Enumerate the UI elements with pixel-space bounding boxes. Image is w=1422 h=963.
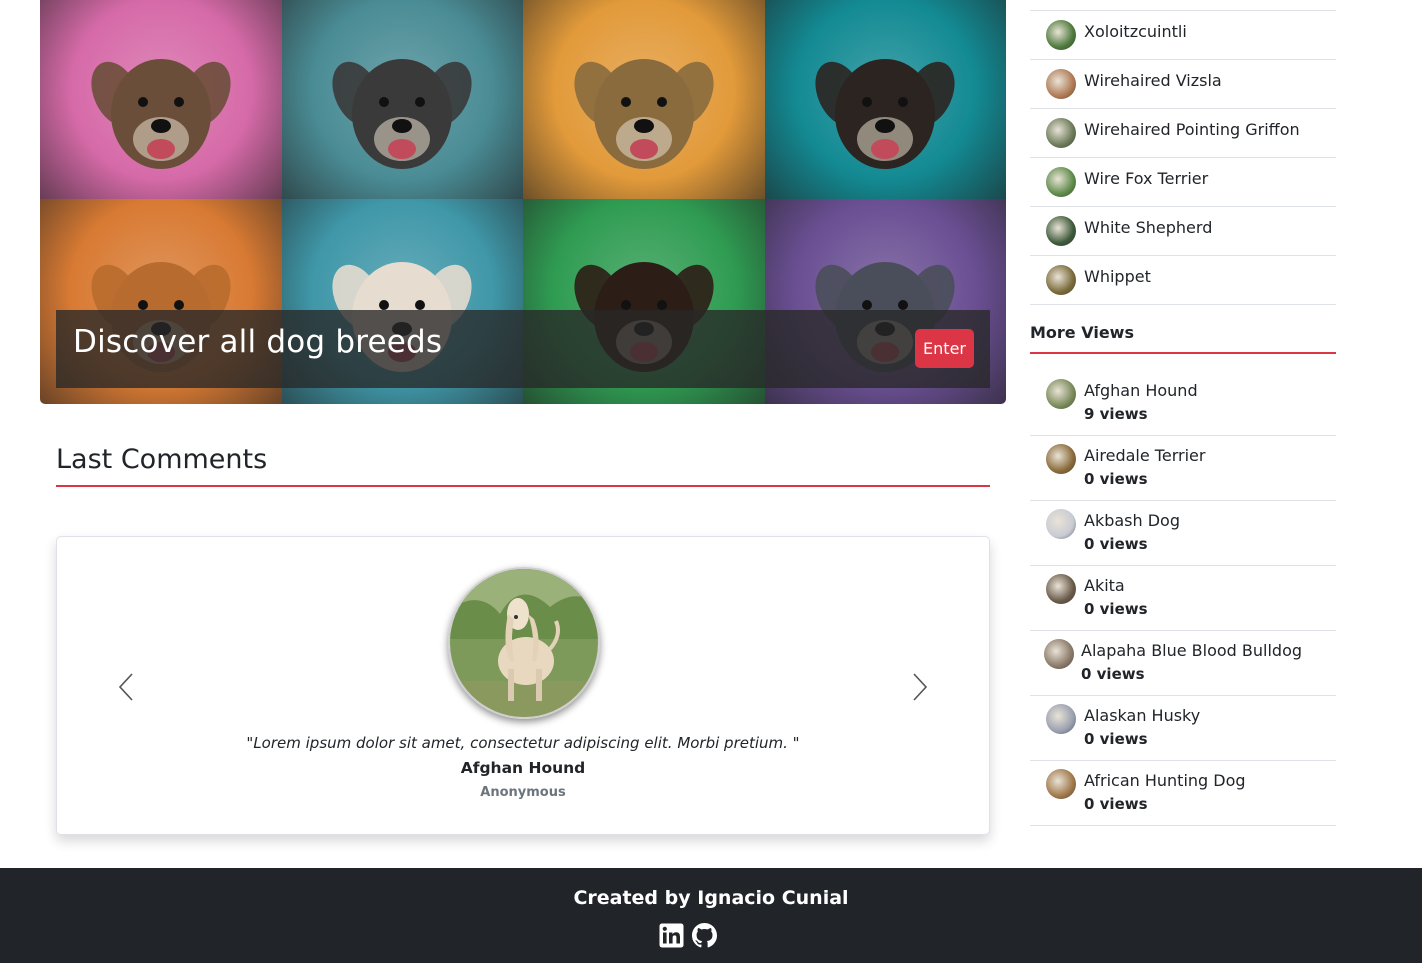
view-list-item[interactable]: Akita 0 views: [1030, 566, 1336, 631]
breed-name: Xoloitzcuintli: [1084, 22, 1187, 41]
dog-photo-tile: [764, 0, 1006, 199]
breed-list-item[interactable]: Wirehaired Pointing Griffon: [1030, 109, 1336, 158]
view-count: 9 views: [1084, 405, 1148, 423]
breed-thumbnail: [1046, 167, 1076, 197]
comment-breed-avatar: [448, 567, 600, 719]
view-count: 0 views: [1084, 730, 1148, 748]
dog-photo-tile: [523, 0, 765, 199]
view-count: 0 views: [1081, 665, 1145, 683]
view-list-item[interactable]: Akbash Dog 0 views: [1030, 501, 1336, 566]
views-divider: [1030, 352, 1336, 354]
breed-name: Wirehaired Vizsla: [1084, 71, 1222, 90]
breed-thumbnail: [1046, 69, 1076, 99]
breed-thumbnail: [1046, 769, 1076, 799]
breed-thumbnail: [1046, 265, 1076, 295]
comments-carousel: "Lorem ipsum dolor sit amet, consectetur…: [56, 536, 990, 835]
view-list-item[interactable]: Alapaha Blue Blood Bulldog 0 views: [1030, 631, 1336, 696]
view-breed-name: African Hunting Dog: [1084, 771, 1246, 790]
breed-name: White Shepherd: [1084, 218, 1213, 237]
breed-list-item[interactable]: Xoloitzcuintli: [1030, 11, 1336, 60]
breed-list-item[interactable]: White Shepherd: [1030, 207, 1336, 256]
chevron-right-icon: [913, 673, 928, 701]
heading-divider: [56, 485, 990, 487]
linkedin-icon[interactable]: [659, 923, 684, 948]
breed-list-item[interactable]: Wire Fox Terrier: [1030, 158, 1336, 207]
hero-caption: Discover all dog breeds Enter: [56, 310, 990, 388]
dog-photo-tile: [40, 0, 282, 199]
breed-thumbnail: [1046, 509, 1076, 539]
view-list-item[interactable]: Alaskan Husky 0 views: [1030, 696, 1336, 761]
dog-photo-tile: [281, 0, 523, 199]
comment-text: "Lorem ipsum dolor sit amet, consectetur…: [246, 734, 800, 752]
social-links: [659, 923, 717, 948]
breed-name: Whippet: [1084, 267, 1151, 286]
comment-author: Anonymous: [480, 785, 566, 800]
view-count: 0 views: [1084, 535, 1148, 553]
github-icon[interactable]: [692, 923, 717, 948]
view-list-item[interactable]: African Hunting Dog 0 views: [1030, 761, 1336, 826]
dog-face-illustration: [91, 59, 231, 170]
breed-thumbnail: [1046, 216, 1076, 246]
breed-thumbnail: [1046, 20, 1076, 50]
view-breed-name: Alaskan Husky: [1084, 706, 1201, 725]
breed-thumbnail: [1046, 444, 1076, 474]
breed-thumbnail: [1046, 379, 1076, 409]
view-list-item[interactable]: Afghan Hound 9 views: [1030, 371, 1336, 436]
carousel-next-button[interactable]: [904, 667, 934, 707]
view-count: 0 views: [1084, 600, 1148, 618]
dog-face-illustration: [815, 59, 955, 170]
breed-thumbnail: [1046, 574, 1076, 604]
hero-banner: Discover all dog breeds Enter: [40, 0, 1006, 404]
breed-list-item[interactable]: Whippet: [1030, 256, 1336, 305]
dog-face-illustration: [574, 59, 714, 170]
breed-list-item[interactable]: Wirehaired Vizsla: [1030, 60, 1336, 109]
breed-name: Wirehaired Pointing Griffon: [1084, 120, 1300, 139]
view-breed-name: Afghan Hound: [1084, 381, 1198, 400]
breed-name: Wire Fox Terrier: [1084, 169, 1209, 188]
chevron-left-icon: [118, 673, 133, 701]
footer: Created by Ignacio Cunial: [0, 868, 1422, 963]
last-comments-heading: Last Comments: [56, 444, 268, 475]
breed-thumbnail: [1046, 704, 1076, 734]
breed-list: Xoloitzcuintli Wirehaired Vizsla Wirehai…: [1030, 10, 1336, 305]
view-count: 0 views: [1084, 795, 1148, 813]
view-breed-name: Akita: [1084, 576, 1125, 595]
view-breed-name: Airedale Terrier: [1084, 446, 1206, 465]
more-views-list: Afghan Hound 9 views Airedale Terrier 0 …: [1030, 371, 1336, 826]
carousel-prev-button[interactable]: [112, 667, 142, 707]
view-breed-name: Alapaha Blue Blood Bulldog: [1081, 641, 1303, 660]
comment-breed-name: Afghan Hound: [460, 759, 586, 777]
footer-credit: Created by Ignacio Cunial: [573, 887, 849, 909]
hero-title: Discover all dog breeds: [73, 324, 443, 360]
view-list-item[interactable]: Airedale Terrier 0 views: [1030, 436, 1336, 501]
view-count: 0 views: [1084, 470, 1148, 488]
breed-thumbnail: [1046, 118, 1076, 148]
view-breed-name: Akbash Dog: [1084, 511, 1180, 530]
enter-button[interactable]: Enter: [915, 329, 974, 368]
dog-face-illustration: [332, 59, 472, 170]
more-views-heading: More Views: [1030, 323, 1134, 342]
breed-thumbnail: [1044, 639, 1074, 669]
